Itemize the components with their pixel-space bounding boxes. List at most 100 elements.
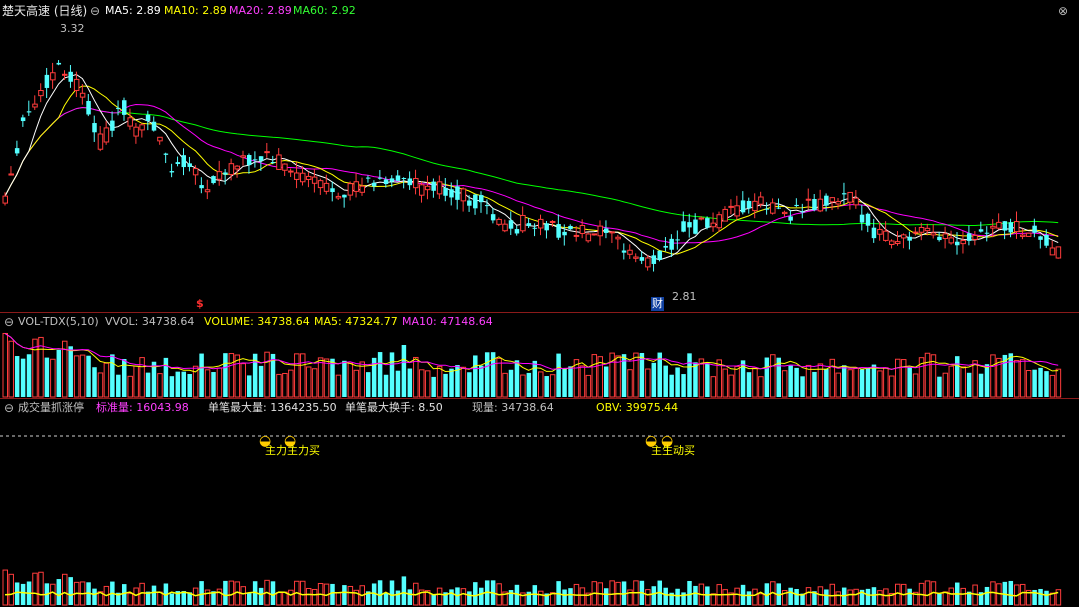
candle-body [311,176,318,184]
indicator-bar [401,576,407,605]
volume-bar [116,374,121,397]
candle-body [228,163,235,176]
candle-body [1008,222,1014,233]
volume-bar [710,376,717,398]
candle-body [556,224,561,238]
collapse-toggle-icon[interactable]: ⊖ [90,4,100,18]
candle-body [585,233,592,242]
candle-body [413,177,419,189]
indicator-bar [532,585,538,605]
volume-bar [889,375,895,398]
indicator-bar [8,573,14,606]
volume-bar [56,349,62,397]
volume-bar [788,365,793,397]
vol-indicator-name[interactable]: VOL-TDX(5,10) [18,315,99,329]
volume-bar [264,351,270,398]
candle-body [8,173,14,176]
volume-bar [812,371,817,397]
indicator-bar [199,581,204,605]
volume-bar [853,367,859,398]
close-icon[interactable]: ⊗ [1058,4,1068,18]
volume-bar [246,375,252,397]
indicator-bar [675,588,680,605]
indicator-bar [449,589,454,605]
candle-body [800,211,805,213]
volume-bar [276,373,282,398]
candle-body [675,239,680,241]
volume-bar [966,372,972,397]
candle-body [460,188,467,202]
candle-body [817,198,824,212]
indicator-bar [942,591,949,606]
volume-bar [544,376,549,397]
indicator-bar [865,588,871,605]
volume-bar [240,363,246,398]
volume-bar [496,357,502,398]
volume-bar [687,353,692,397]
candle-body [829,197,836,203]
volume-bar [698,358,705,398]
indicator-bar [62,573,68,606]
finance-marker[interactable]: 财 [651,297,664,311]
volume-bar [972,360,978,398]
candle-body [127,117,133,127]
indicator-bar [407,589,413,605]
indicator-bar [1055,589,1062,606]
indicator-bar [282,591,288,606]
indicator-bar [330,583,335,605]
indicator-bar [710,593,717,606]
volume-bar [389,352,395,397]
indicator-bar [960,587,966,606]
ind-indicator-name[interactable]: 成交量抓涨停 [18,401,84,415]
volume-bar [211,372,216,397]
candle-body [436,181,443,195]
volume-bar [223,353,228,397]
vol-collapse-icon[interactable]: ⊖ [4,315,14,329]
indicator-bar [127,593,133,606]
candle-body [199,185,204,189]
volume-bar [145,372,151,397]
volume-bar [1038,367,1043,397]
ma5-label: MA5: 2.89 [105,4,161,17]
candle-body [50,72,56,81]
volume-bar [473,355,478,397]
volume-bar [955,356,960,397]
volume-bar [199,353,204,397]
volume-bar [311,368,318,398]
indicator-bar [395,590,401,605]
candlestick-series [2,60,1062,272]
candle-body [538,218,544,229]
candle-body [204,189,211,193]
indicator-bar [270,581,276,605]
indicator-bar [157,591,163,606]
vol-ma10-label: MA10: 47148.64 [402,315,493,328]
volume-bar [467,372,472,397]
dividend-marker[interactable]: $ [196,297,204,311]
candle-body [758,196,764,205]
candle-body [835,201,841,205]
indicator-bar [651,586,657,605]
candle-body [192,168,199,176]
candle-body [32,103,38,108]
candle-body [520,214,526,232]
volume-bar [479,365,484,397]
candle-body [847,191,853,203]
volume-bar [758,376,764,398]
indicator-bar [538,590,544,606]
candle-body [26,111,32,113]
volume-bar [294,353,300,398]
volume-bar [627,369,633,398]
volume-bar [449,368,454,397]
indicator-bar [752,588,758,606]
ind-collapse-icon[interactable]: ⊖ [4,401,14,415]
candle-body [1055,246,1062,259]
candle-body [669,238,674,250]
indicator-bar [693,585,698,605]
volume-bar [413,356,419,398]
candle-body [455,186,460,200]
candle-body [407,178,413,186]
candle-body [181,155,186,168]
volume-bar [1049,374,1056,398]
volume-bar [73,355,80,398]
indicator-bar [1008,580,1014,605]
